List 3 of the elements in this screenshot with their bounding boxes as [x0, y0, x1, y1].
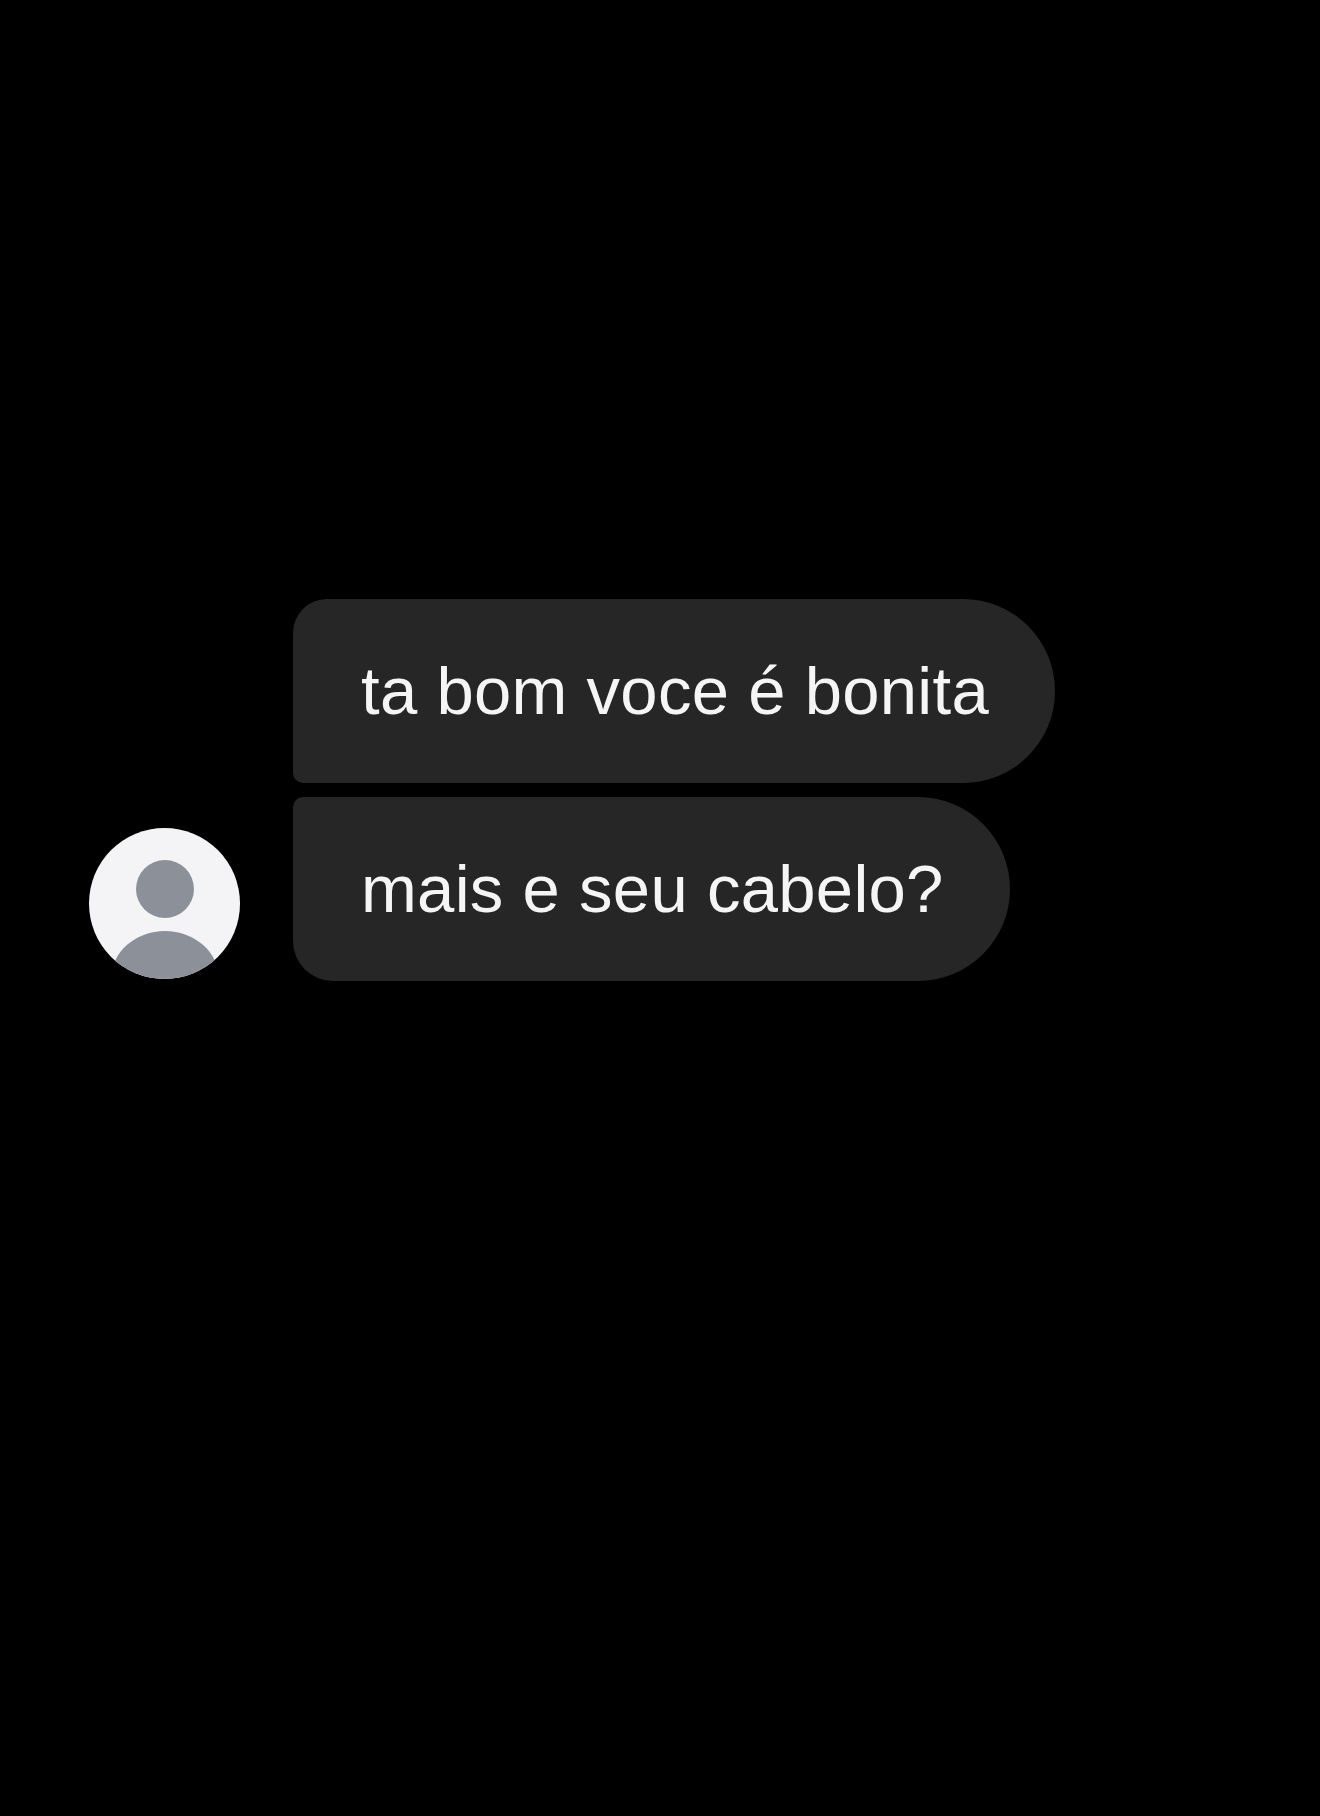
message-text: mais e seu cabelo?: [361, 850, 944, 928]
person-avatar-icon: [89, 828, 240, 979]
message-text: ta bom voce é bonita: [361, 652, 989, 730]
